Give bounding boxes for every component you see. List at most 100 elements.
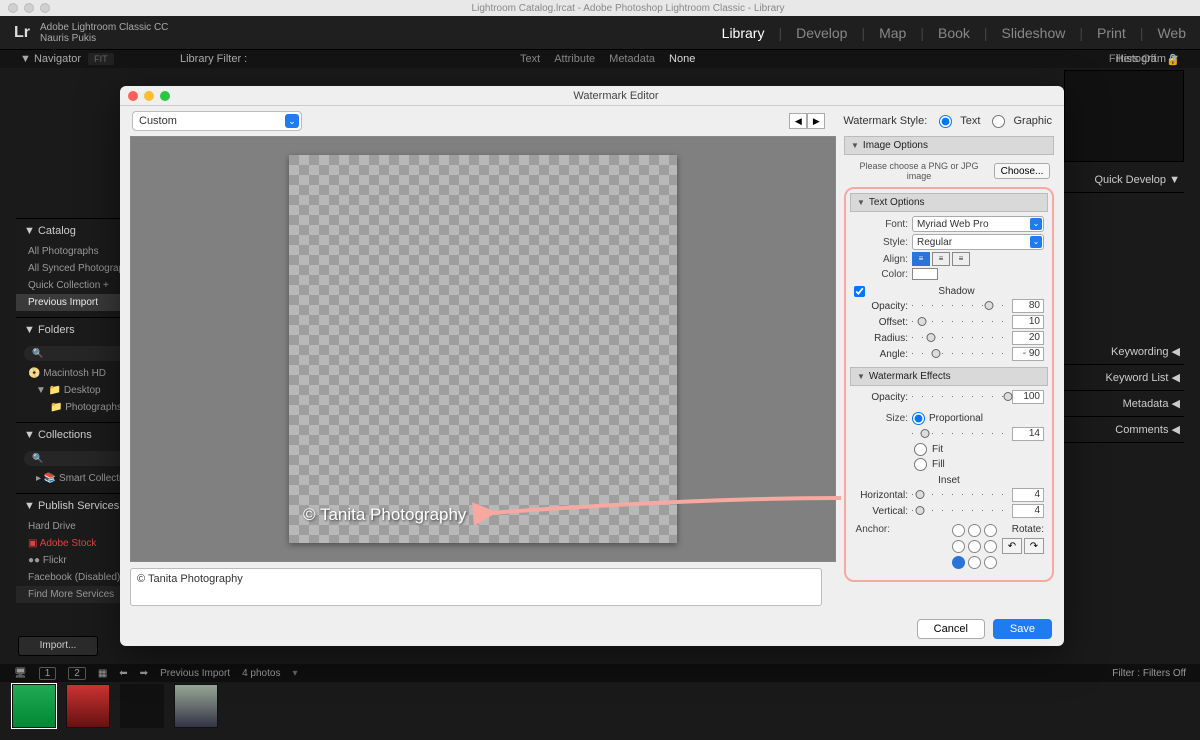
filter-bar: ▼ Navigator FIT Library Filter : Text At… [0,50,1200,68]
shadow-angle-value[interactable]: - 90 [1012,347,1044,361]
inset-label: Inset [854,475,1044,486]
cancel-button[interactable]: Cancel [917,619,985,639]
inset-v-value[interactable]: 4 [1012,504,1044,518]
library-filter-label: Library Filter : [180,53,247,65]
size-slider[interactable] [912,429,1008,439]
text-options-header[interactable]: Text Options [850,193,1048,212]
preset-dropdown[interactable]: Custom ⌄ [132,111,302,131]
modal-min-icon[interactable] [144,91,154,101]
modal-toolbar: Custom ⌄ ◀ ▶ Watermark Style: Text Graph… [120,106,1064,136]
traffic-min-icon[interactable] [24,3,34,13]
filter-none[interactable]: None [669,53,695,65]
align-left-button[interactable]: ≡ [912,252,930,266]
panel-metadata[interactable]: Metadata ◀ [1064,391,1184,417]
font-style-dropdown[interactable]: Regular⌄ [912,234,1044,250]
wm-opacity-slider[interactable] [912,392,1008,402]
histogram-title[interactable]: Histogram ▼ [1116,53,1180,65]
panel-comments[interactable]: Comments ◀ [1064,417,1184,443]
modal-max-icon[interactable] [160,91,170,101]
watermark-editor-dialog: Watermark Editor Custom ⌄ ◀ ▶ Watermark … [120,86,1064,646]
size-fill-radio[interactable] [914,458,927,471]
navigator-title[interactable]: ▼ Navigator FIT [20,53,180,65]
import-button[interactable]: Import... [18,636,98,656]
panel-keywording[interactable]: Keywording ◀ [1064,339,1184,365]
module-develop[interactable]: Develop [796,25,847,41]
nav-fwd-icon[interactable]: ➡ [140,668,148,679]
effects-header[interactable]: Watermark Effects [850,367,1048,386]
thumbnail[interactable] [66,684,110,728]
module-slideshow[interactable]: Slideshow [1002,25,1066,41]
watermark-text-input[interactable]: © Tanita Photography [130,568,822,606]
filter-metadata[interactable]: Metadata [609,53,655,65]
watermark-settings-panel: Image Options Please choose a PNG or JPG… [844,136,1054,606]
anchor-grid[interactable] [952,524,998,570]
monitor-icon[interactable]: 🖥 [14,668,27,679]
filters-off[interactable]: Filters Off [1143,668,1186,679]
style-graphic-radio[interactable] [992,115,1005,128]
shadow-checkbox[interactable] [854,286,865,297]
align-center-button[interactable]: ≡ [932,252,950,266]
right-panels: Quick Develop ▼ Keywording ◀ Keyword Lis… [1064,70,1184,443]
filter-text[interactable]: Text [520,53,540,65]
histogram-panel [1064,70,1184,162]
traffic-close-icon[interactable] [8,3,18,13]
module-print[interactable]: Print [1097,25,1126,41]
rotate-ccw-button[interactable]: ↶ [1002,538,1022,554]
preset-value: Custom [139,115,177,127]
anchor-bottom-left[interactable] [952,556,965,569]
photo-count: 4 photos [242,668,280,679]
align-right-button[interactable]: ≡ [952,252,970,266]
breadcrumb-source[interactable]: Previous Import [160,668,230,679]
rotate-cw-button[interactable]: ↷ [1024,538,1044,554]
module-library[interactable]: Library [722,25,765,41]
nav-back-icon[interactable]: ⬅ [119,668,127,679]
preview-prev-button[interactable]: ◀ [789,113,807,129]
shadow-opacity-value[interactable]: 80 [1012,299,1044,313]
highlighted-region: Text Options Font: Myriad Web Pro⌄ Style… [844,187,1054,582]
identity-plate: Adobe Lightroom Classic CC Nauris Pukis [40,22,168,44]
thumbnail[interactable] [12,684,56,728]
image-options-header[interactable]: Image Options [844,136,1054,155]
modal-footer: Cancel Save [120,612,1064,646]
app-header: Lr Adobe Lightroom Classic CC Nauris Puk… [0,16,1200,50]
filter-attribute[interactable]: Attribute [554,53,595,65]
choose-image-button[interactable]: Choose... [994,163,1050,179]
screen-1[interactable]: 1 [39,667,57,680]
wm-opacity-value[interactable]: 100 [1012,390,1044,404]
shadow-angle-slider[interactable] [912,349,1008,359]
size-fit-radio[interactable] [914,443,927,456]
filmstrip-toolbar: 🖥 1 2 ▦ ⬅ ➡ Previous Import 4 photos ▾ F… [0,664,1200,682]
module-book[interactable]: Book [938,25,970,41]
modal-close-icon[interactable] [128,91,138,101]
save-button[interactable]: Save [993,619,1052,639]
size-value[interactable]: 14 [1012,427,1044,441]
shadow-opacity-slider[interactable] [912,301,1008,311]
size-proportional-radio[interactable] [912,412,925,425]
inset-h-value[interactable]: 4 [1012,488,1044,502]
filter-label: Filter : [1112,668,1140,679]
module-map[interactable]: Map [879,25,906,41]
shadow-offset-slider[interactable] [912,317,1008,327]
thumbnail[interactable] [120,684,164,728]
preview-next-button[interactable]: ▶ [807,113,825,129]
grid-icon[interactable]: ▦ [98,668,107,679]
inset-v-slider[interactable] [912,506,1008,516]
color-swatch[interactable] [912,268,938,280]
shadow-radius-value[interactable]: 20 [1012,331,1044,345]
os-titlebar: Lightroom Catalog.lrcat - Adobe Photosho… [0,0,1200,16]
thumbnail[interactable] [174,684,218,728]
screen-2[interactable]: 2 [68,667,86,680]
style-text-radio[interactable] [939,115,952,128]
font-dropdown[interactable]: Myriad Web Pro⌄ [912,216,1044,232]
panel-quick-develop[interactable]: Quick Develop ▼ [1064,168,1184,193]
inset-h-slider[interactable] [912,490,1008,500]
shadow-offset-value[interactable]: 10 [1012,315,1044,329]
module-web[interactable]: Web [1157,25,1186,41]
app-user: Nauris Pukis [40,33,168,44]
panel-keyword-list[interactable]: Keyword List ◀ [1064,365,1184,391]
app-logo: Lr [14,24,30,42]
rotate-label: Rotate: [1002,524,1044,535]
traffic-max-icon[interactable] [40,3,50,13]
annotation-arrow [481,493,851,533]
shadow-radius-slider[interactable] [912,333,1008,343]
